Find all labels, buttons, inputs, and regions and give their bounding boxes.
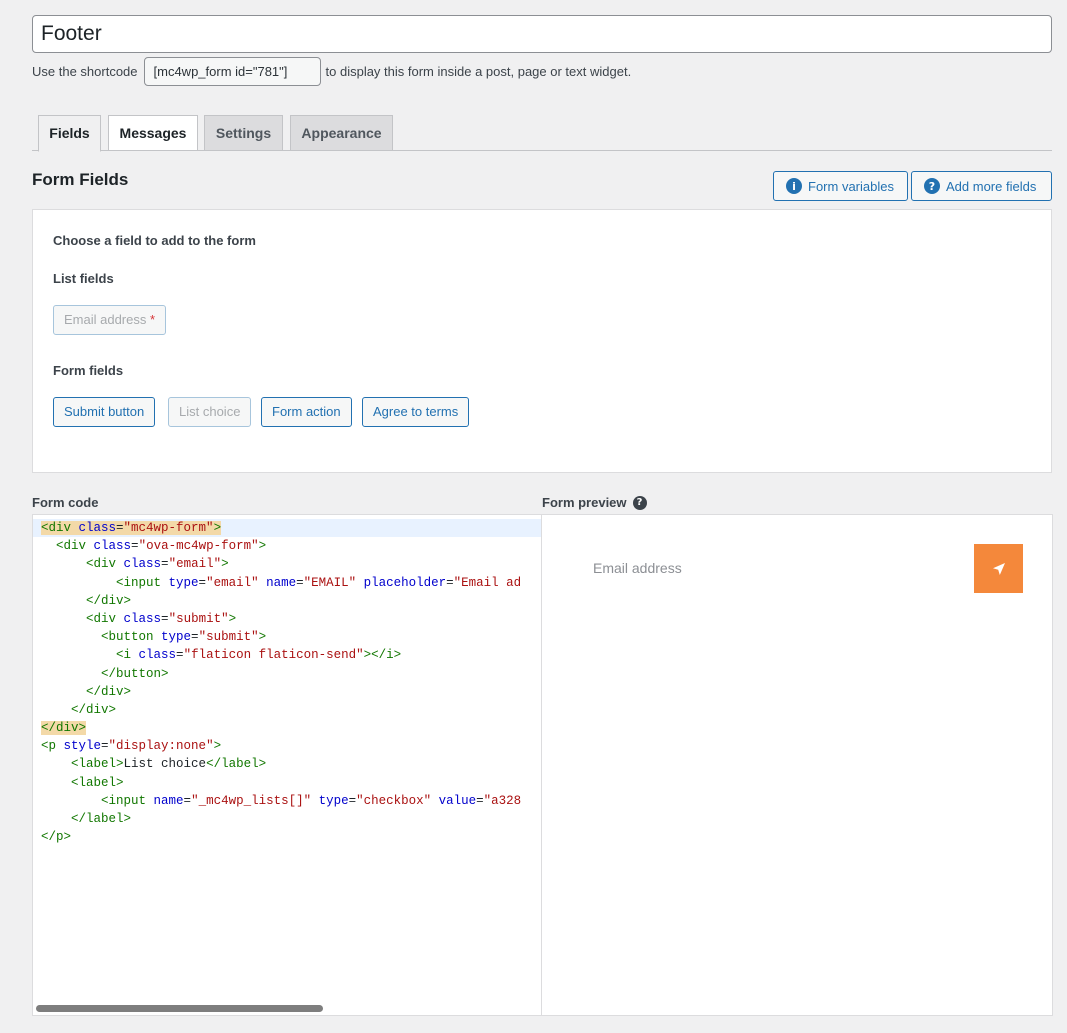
tab-appearance[interactable]: Appearance — [290, 115, 393, 151]
code-line: <p style="display:none"> — [41, 739, 222, 754]
question-icon: ? — [924, 178, 940, 194]
add-more-fields-label: Add more fields — [946, 178, 1037, 194]
email-field-label: Email address — [64, 312, 147, 327]
code-line: <div class="ova-mc4wp-form"> — [56, 539, 267, 554]
list-choice-field-button[interactable]: List choice — [168, 397, 252, 427]
horizontal-scrollbar[interactable] — [36, 1005, 323, 1012]
code-lines: <div class="mc4wp-form"> <div class="ova… — [33, 519, 541, 846]
code-line: </div> — [41, 721, 87, 736]
code-line: <div class="submit"> — [86, 611, 237, 626]
add-more-fields-button[interactable]: ? Add more fields — [911, 171, 1052, 201]
form-preview-label: Form preview ? — [542, 495, 647, 510]
tab-messages[interactable]: Messages — [108, 115, 198, 151]
code-line: </label> — [71, 812, 132, 826]
help-icon[interactable]: ? — [632, 495, 647, 510]
code-line: <i class="flaticon flaticon-send"></i> — [116, 648, 402, 663]
code-line: <label> — [71, 775, 124, 790]
tab-fields[interactable]: Fields — [38, 115, 101, 152]
form-action-field-button[interactable]: Form action — [261, 397, 352, 427]
tab-bar: Fields Messages Settings Appearance — [32, 115, 1052, 152]
choose-field-label: Choose a field to add to the form — [53, 233, 256, 248]
send-icon — [992, 562, 1005, 575]
code-line: </div> — [86, 684, 132, 699]
shortcode-suffix: to display this form inside a post, page… — [325, 64, 632, 79]
code-line: <label>List choice</label> — [71, 757, 267, 772]
form-preview-label-text: Form preview — [542, 495, 627, 510]
submit-button-field-button[interactable]: Submit button — [53, 397, 156, 427]
shortcode-field[interactable]: [mc4wp_form id="781"] — [143, 57, 321, 86]
code-line: <div class="email"> — [86, 557, 229, 572]
code-line: <div class="mc4wp-form"> — [33, 519, 541, 538]
info-icon: i — [786, 178, 802, 194]
list-fields-label: List fields — [53, 271, 114, 286]
form-preview-panel: Email address — [541, 514, 1053, 1016]
email-address-field-button[interactable]: Email address * — [53, 305, 167, 335]
tab-settings[interactable]: Settings — [204, 115, 283, 151]
code-line: </div> — [71, 702, 117, 717]
code-line: <button type="submit"> — [101, 630, 267, 645]
shortcode-prefix: Use the shortcode — [32, 64, 138, 79]
agree-to-terms-field-button[interactable]: Agree to terms — [362, 397, 470, 427]
form-code-label: Form code — [32, 495, 99, 510]
shortcode-row: Use the shortcode [mc4wp_form id="781"] … — [32, 57, 631, 86]
preview-send-button[interactable] — [974, 544, 1023, 593]
code-line: </button> — [101, 666, 169, 681]
form-title-input[interactable]: Footer — [32, 15, 1052, 53]
code-line: <input name="_mc4wp_lists[]" type="check… — [101, 793, 522, 808]
code-line: <input type="email" name="EMAIL" placeho… — [116, 575, 522, 590]
code-line: </p> — [41, 830, 72, 845]
form-variables-label: Form variables — [808, 178, 894, 194]
required-mark: * — [150, 312, 156, 327]
preview-email-input[interactable]: Email address — [593, 560, 682, 576]
form-code-editor[interactable]: <div class="mc4wp-form"> <div class="ova… — [32, 514, 542, 1016]
section-title: Form Fields — [32, 170, 129, 189]
fields-panel: Choose a field to add to the form List f… — [32, 209, 1052, 473]
form-fields-label: Form fields — [53, 363, 124, 378]
code-line: </div> — [86, 593, 132, 608]
form-variables-button[interactable]: i Form variables — [773, 171, 908, 201]
